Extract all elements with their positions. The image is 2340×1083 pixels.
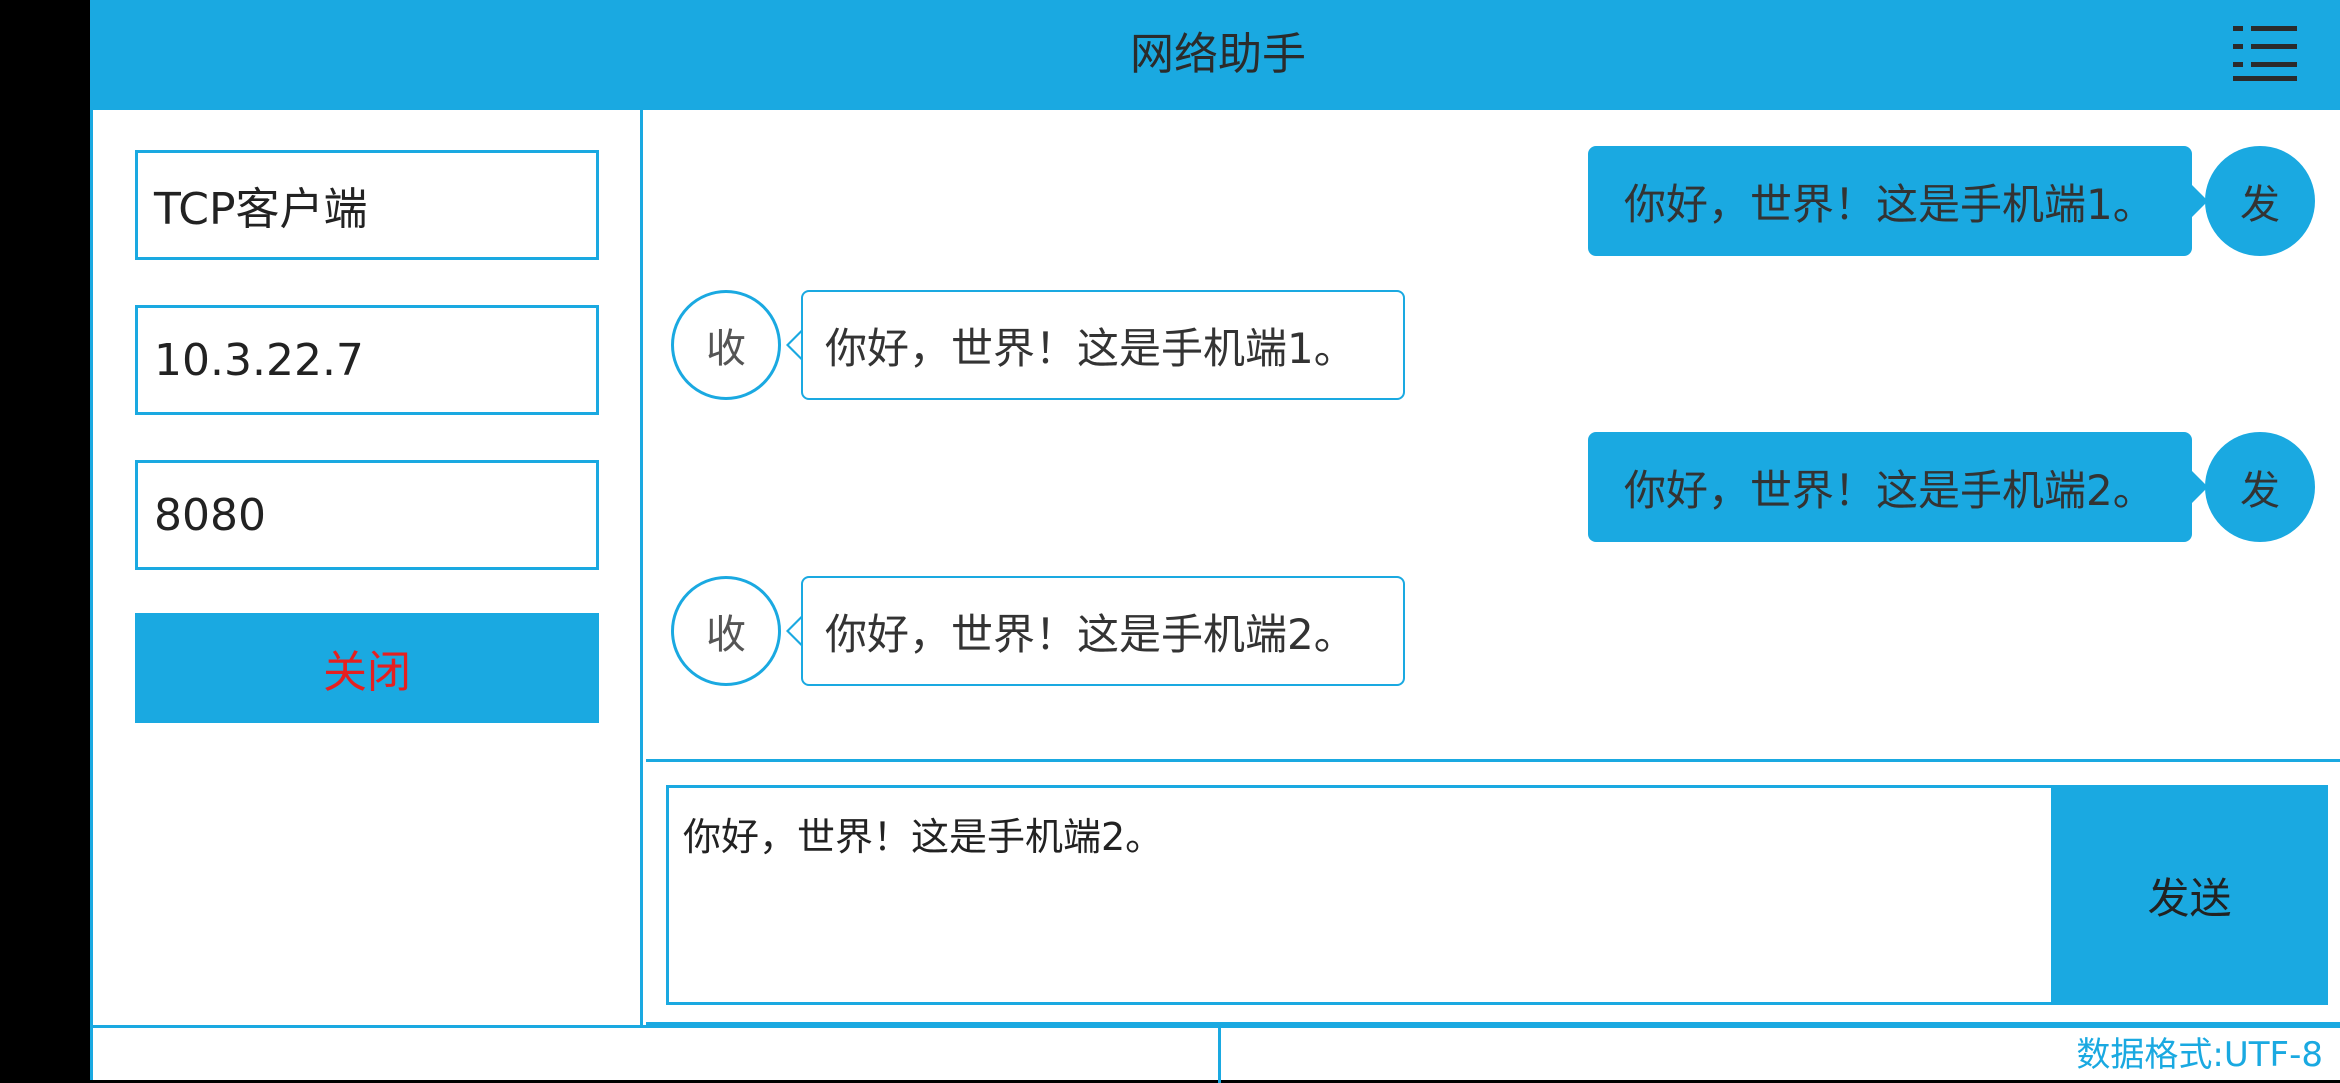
app-window: 网络助手 TCP客户端 10.3.22.7 8080 关闭 你好，世界！这是手机… xyxy=(90,0,2340,1083)
received-avatar: 收 xyxy=(671,576,781,686)
protocol-select[interactable]: TCP客户端 xyxy=(135,150,599,260)
ip-address-input[interactable]: 10.3.22.7 xyxy=(135,305,599,415)
message-bubble-sent: 你好，世界！这是手机端2。 xyxy=(1588,432,2192,542)
status-bar: 数据格式:UTF-8 xyxy=(93,1025,2340,1083)
message-item: 收 你好，世界！这是手机端2。 xyxy=(646,576,2340,688)
title-bar: 网络助手 xyxy=(93,0,2340,110)
message-text: 你好，世界！这是手机端2。 xyxy=(1624,465,2155,515)
message-bubble-received: 你好，世界！这是手机端1。 xyxy=(801,290,1405,400)
message-item: 收 你好，世界！这是手机端1。 xyxy=(646,290,2340,402)
composer: 发送 xyxy=(646,765,2340,1025)
ip-value: 10.3.22.7 xyxy=(154,334,364,386)
message-input[interactable] xyxy=(666,785,2054,1005)
close-connection-button[interactable]: 关闭 xyxy=(135,613,599,723)
bubble-tail xyxy=(786,329,802,361)
status-divider xyxy=(1218,1028,1221,1083)
sent-avatar: 发 xyxy=(2205,432,2315,542)
data-format-status[interactable]: 数据格式:UTF-8 xyxy=(2076,1028,2323,1080)
message-item: 你好，世界！这是手机端2。 发 xyxy=(646,432,2340,544)
message-item: 你好，世界！这是手机端1。 发 xyxy=(646,146,2340,258)
bubble-tail xyxy=(786,615,802,647)
menu-list-icon[interactable] xyxy=(2233,24,2299,82)
received-avatar: 收 xyxy=(671,290,781,400)
app-title: 网络助手 xyxy=(1130,29,1306,80)
message-text: 你好，世界！这是手机端2。 xyxy=(825,609,1356,659)
connection-panel: TCP客户端 10.3.22.7 8080 关闭 xyxy=(93,110,643,1025)
message-bubble-sent: 你好，世界！这是手机端1。 xyxy=(1588,146,2192,256)
port-input[interactable]: 8080 xyxy=(135,460,599,570)
message-bubble-received: 你好，世界！这是手机端2。 xyxy=(801,576,1405,686)
message-list[interactable]: 你好，世界！这是手机端1。 发 收 你好，世界！这是手机端1。 你好，世界！这是… xyxy=(646,110,2340,762)
send-button[interactable]: 发送 xyxy=(2051,785,2328,1005)
port-value: 8080 xyxy=(154,489,266,541)
sent-avatar: 发 xyxy=(2205,146,2315,256)
protocol-value: TCP客户端 xyxy=(154,184,368,235)
message-text: 你好，世界！这是手机端1。 xyxy=(825,323,1356,373)
message-text: 你好，世界！这是手机端1。 xyxy=(1624,179,2155,229)
